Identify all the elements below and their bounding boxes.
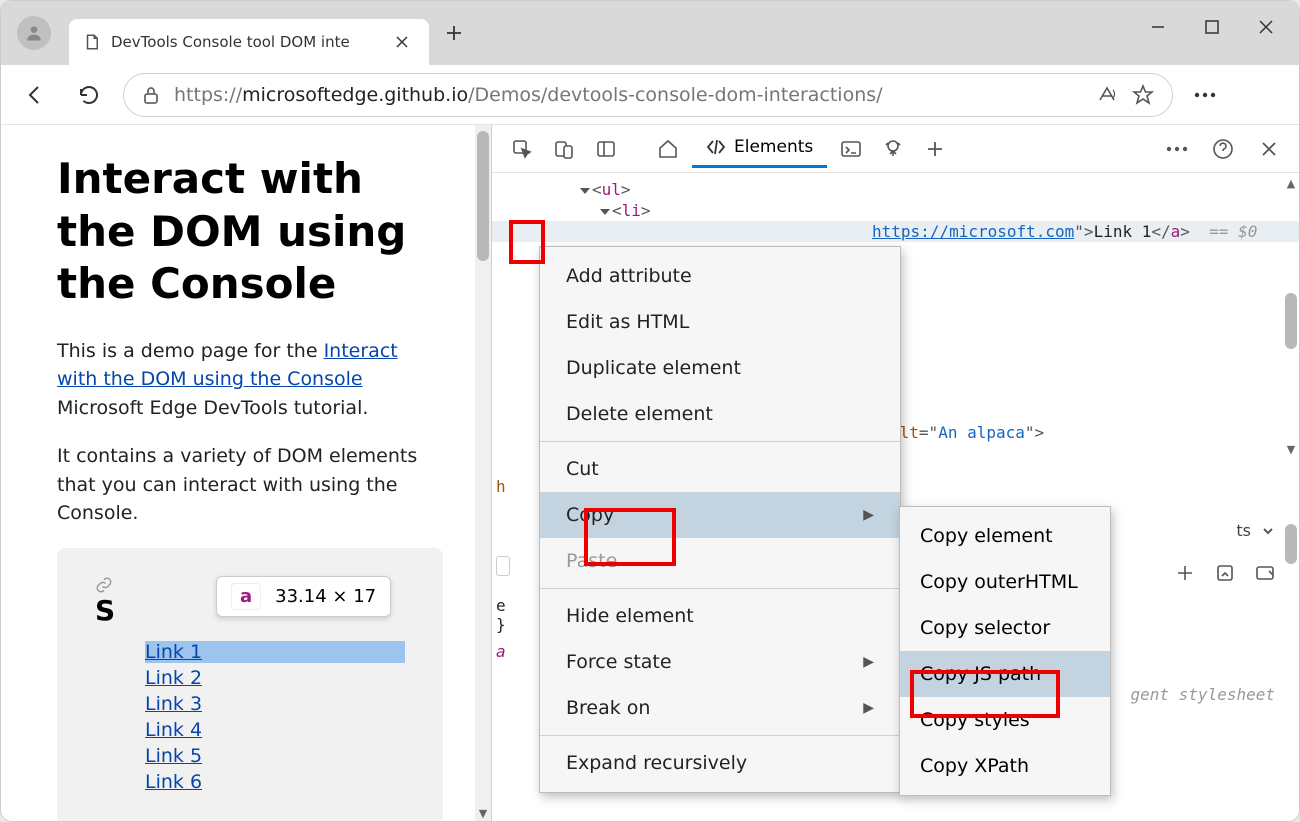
- scroll-up-icon[interactable]: ▲: [1283, 175, 1299, 191]
- new-tab-button[interactable]: [437, 16, 471, 50]
- page-heading: Interact with the DOM using the Console: [57, 153, 443, 311]
- maximize-button[interactable]: [1185, 7, 1239, 47]
- user-agent-stylesheet-label: gent stylesheet: [1131, 685, 1276, 704]
- browser-tab[interactable]: DevTools Console tool DOM inte: [69, 19, 429, 65]
- page-content: Interact with the DOM using the Console …: [1, 125, 491, 821]
- menu-hide-element[interactable]: Hide element: [540, 593, 900, 639]
- styles-crumb: h: [496, 477, 510, 496]
- menu-add-attribute[interactable]: Add attribute: [540, 253, 900, 299]
- menu-separator: [540, 735, 900, 736]
- scroll-down-icon[interactable]: ▼: [1283, 441, 1299, 457]
- submenu-arrow-icon: ▶: [863, 507, 874, 523]
- refresh-button[interactable]: [69, 75, 109, 115]
- dom-node[interactable]: <ul>: [492, 179, 1299, 200]
- more-tabs-button[interactable]: [917, 131, 953, 167]
- dom-node[interactable]: <li>: [492, 200, 1299, 221]
- menu-delete-element[interactable]: Delete element: [540, 391, 900, 437]
- submenu-copy-js-path[interactable]: Copy JS path: [900, 651, 1110, 697]
- menu-edit-as-html[interactable]: Edit as HTML: [540, 299, 900, 345]
- link-anchor-icon: [95, 576, 113, 594]
- scroll-down-icon[interactable]: ▼: [475, 805, 491, 821]
- list-link[interactable]: Link 2: [145, 667, 405, 689]
- filter-icon[interactable]: [1255, 563, 1275, 583]
- styles-text: e: [496, 596, 510, 615]
- devtools-help-icon[interactable]: [1205, 131, 1241, 167]
- menu-duplicate-element[interactable]: Duplicate element: [540, 345, 900, 391]
- menu-paste: Paste: [540, 538, 900, 584]
- inspect-tool-icon[interactable]: [504, 131, 540, 167]
- submenu-arrow-icon: ▶: [863, 654, 874, 670]
- styles-tabs-partial[interactable]: ts: [1236, 521, 1275, 540]
- settings-menu-button[interactable]: [1187, 77, 1223, 113]
- welcome-tab-icon[interactable]: [650, 131, 686, 167]
- console-tab-icon[interactable]: [833, 131, 869, 167]
- copy-submenu: Copy element Copy outerHTML Copy selecto…: [899, 506, 1111, 796]
- elements-icon: [706, 137, 726, 157]
- description-paragraph: It contains a variety of DOM elements th…: [57, 442, 443, 528]
- dock-side-icon[interactable]: [588, 131, 624, 167]
- menu-force-state[interactable]: Force state▶: [540, 639, 900, 685]
- list-link[interactable]: Link 4: [145, 719, 405, 741]
- menu-copy[interactable]: Copy▶: [540, 492, 900, 538]
- styles-scrollbar[interactable]: ▲: [1283, 520, 1299, 822]
- submenu-copy-element[interactable]: Copy element: [900, 513, 1110, 559]
- titlebar: DevTools Console tool DOM inte: [1, 1, 1299, 65]
- dom-node-selected[interactable]: https://microsoft.com">Link 1</a> == $0: [492, 221, 1299, 242]
- devtools-settings-icon[interactable]: [1159, 131, 1195, 167]
- styles-text: }: [496, 615, 510, 634]
- list-link[interactable]: Link 5: [145, 745, 405, 767]
- section-heading: S: [95, 594, 115, 627]
- address-bar[interactable]: https://microsoftedge.github.io/Demos/de…: [123, 73, 1173, 117]
- window-controls: [1131, 7, 1293, 47]
- back-button[interactable]: [15, 75, 55, 115]
- new-style-icon[interactable]: [1175, 563, 1195, 583]
- scrollbar-thumb[interactable]: [1285, 524, 1297, 564]
- tab-close-button[interactable]: [389, 29, 415, 55]
- url-text: https://microsoftedge.github.io/Demos/de…: [174, 84, 1082, 106]
- intro-paragraph: This is a demo page for the Interact wit…: [57, 337, 443, 423]
- inspect-tooltip: a 33.14 × 17: [216, 576, 391, 617]
- scrollbar-thumb[interactable]: [477, 131, 489, 261]
- menu-cut[interactable]: Cut: [540, 446, 900, 492]
- submenu-copy-selector[interactable]: Copy selector: [900, 605, 1110, 651]
- styles-pane-icons: [1175, 563, 1275, 583]
- submenu-copy-styles[interactable]: Copy styles: [900, 697, 1110, 743]
- tooltip-tagname: a: [231, 583, 261, 610]
- devtools-close-icon[interactable]: [1251, 131, 1287, 167]
- chevron-down-icon[interactable]: [1261, 524, 1275, 538]
- menu-break-on[interactable]: Break on▶: [540, 685, 900, 731]
- hover-icon[interactable]: [1215, 563, 1235, 583]
- browser-toolbar: https://microsoftedge.github.io/Demos/de…: [1, 65, 1299, 125]
- submenu-arrow-icon: ▶: [863, 700, 874, 716]
- profile-avatar[interactable]: [17, 16, 51, 50]
- styles-selector: a: [496, 642, 510, 661]
- list-link[interactable]: Link 1: [145, 641, 405, 663]
- close-window-button[interactable]: [1239, 7, 1293, 47]
- page-scrollbar[interactable]: ▼: [475, 125, 491, 821]
- device-toggle-icon[interactable]: [546, 131, 582, 167]
- submenu-copy-outerhtml[interactable]: Copy outerHTML: [900, 559, 1110, 605]
- menu-separator: [540, 441, 900, 442]
- read-aloud-icon[interactable]: [1096, 84, 1118, 106]
- menu-separator: [540, 588, 900, 589]
- list-link[interactable]: Link 3: [145, 693, 405, 715]
- devtools-toolbar: Elements: [492, 125, 1299, 173]
- sources-tab-icon[interactable]: [875, 131, 911, 167]
- context-menu: Add attribute Edit as HTML Duplicate ele…: [539, 246, 901, 793]
- minimize-button[interactable]: [1131, 7, 1185, 47]
- links-list: Link 1 Link 2 Link 3 Link 4 Link 5 Link …: [145, 641, 405, 793]
- lock-icon: [142, 86, 160, 104]
- tooltip-dimensions: 33.14 × 17: [275, 586, 376, 607]
- list-link[interactable]: Link 6: [145, 771, 405, 793]
- tab-elements[interactable]: Elements: [692, 129, 827, 168]
- submenu-copy-xpath[interactable]: Copy XPath: [900, 743, 1110, 789]
- tab-title: DevTools Console tool DOM inte: [111, 33, 379, 51]
- page-icon: [83, 33, 101, 51]
- favorite-icon[interactable]: [1132, 84, 1154, 106]
- menu-expand-recursively[interactable]: Expand recursively: [540, 740, 900, 786]
- scrollbar-thumb[interactable]: [1285, 293, 1297, 349]
